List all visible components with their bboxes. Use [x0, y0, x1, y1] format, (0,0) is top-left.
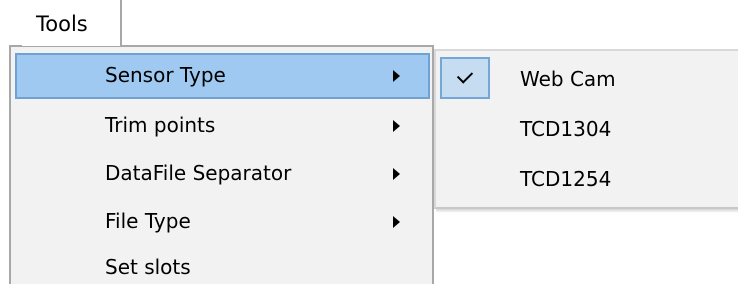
submenu-shadow [436, 209, 738, 213]
app-window: Tools Sensor Type Trim points DataFile S… [0, 0, 738, 284]
menu-tools[interactable]: Tools [22, 0, 122, 46]
checkmark-box [440, 57, 490, 99]
tools-dropdown: Sensor Type Trim points DataFile Separat… [9, 45, 434, 284]
submenu-arrow-icon [393, 216, 400, 228]
sensor-type-submenu: Web Cam TCD1304 TCD1254 [434, 49, 738, 209]
submenu-item-label: TCD1304 [520, 117, 612, 141]
menu-item-datafile-separator[interactable]: DataFile Separator [15, 151, 430, 197]
menu-item-sensor-type[interactable]: Sensor Type [15, 53, 430, 99]
menu-item-label: Trim points [105, 113, 216, 137]
menu-item-label: File Type [105, 209, 191, 233]
submenu-arrow-icon [393, 168, 400, 180]
submenu-item-tcd1254[interactable]: TCD1254 [436, 155, 738, 205]
submenu-arrow-icon [393, 120, 400, 132]
menu-item-file-type[interactable]: File Type [15, 199, 430, 245]
menu-item-label: DataFile Separator [105, 161, 292, 185]
submenu-item-label: Web Cam [520, 67, 616, 91]
menu-item-label: Set slots [105, 255, 191, 279]
submenu-item-tcd1304[interactable]: TCD1304 [436, 103, 738, 153]
menu-item-label: Sensor Type [105, 63, 226, 87]
menu-tools-label: Tools [36, 12, 88, 36]
submenu-item-label: TCD1254 [520, 167, 612, 191]
submenu-item-web-cam[interactable]: Web Cam [436, 51, 738, 101]
menu-item-set-slots[interactable]: Set slots [15, 245, 430, 284]
checkmark-icon [456, 67, 474, 84]
menu-item-trim-points[interactable]: Trim points [15, 103, 430, 149]
submenu-arrow-icon [393, 70, 400, 82]
